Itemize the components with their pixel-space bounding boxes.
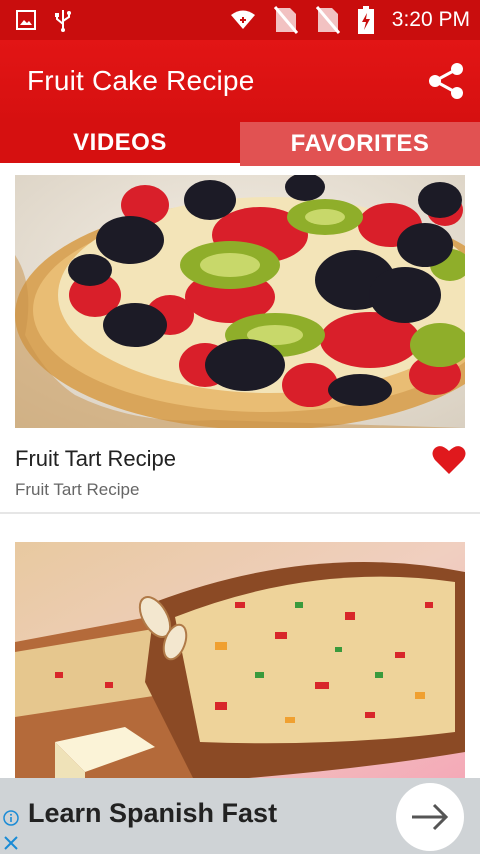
tab-videos[interactable]: VIDEOS: [0, 122, 240, 166]
no-sim-icon: [315, 6, 340, 34]
tab-videos-label: VIDEOS: [73, 128, 167, 156]
video-list: Fruit Tart Recipe Fruit Tart Recipe: [0, 166, 480, 778]
app-bar: Fruit Cake Recipe: [0, 40, 480, 122]
video-subtitle: Fruit Tart Recipe: [15, 480, 140, 499]
wifi-icon: [230, 10, 255, 29]
status-time: 3:20 PM: [391, 8, 470, 31]
info-icon[interactable]: [3, 810, 19, 826]
ad-text: Learn Spanish Fast: [28, 798, 278, 828]
tab-favorites[interactable]: FAVORITES: [240, 122, 480, 166]
fruit-tart-image: [15, 175, 465, 428]
heart-icon[interactable]: [432, 445, 466, 475]
usb-icon: [55, 10, 71, 32]
tab-favorites-label: FAVORITES: [290, 130, 430, 157]
tab-bar: VIDEOS FAVORITES: [0, 122, 480, 166]
close-icon[interactable]: [3, 835, 19, 851]
share-icon[interactable]: [426, 61, 466, 101]
status-bar: 3:20 PM: [0, 0, 480, 40]
ad-banner[interactable]: Learn Spanish Fast: [0, 778, 480, 854]
arrow-right-icon: [412, 803, 449, 831]
fruit-cake-image: [15, 542, 465, 778]
ad-arrow-button[interactable]: [396, 783, 464, 851]
battery-charging-icon: [357, 6, 374, 34]
no-sim-icon: [273, 6, 298, 34]
list-item[interactable]: [0, 514, 480, 778]
video-title: Fruit Tart Recipe: [15, 446, 176, 471]
video-thumbnail[interactable]: [15, 542, 465, 778]
app-title: Fruit Cake Recipe: [27, 65, 255, 96]
list-item[interactable]: Fruit Tart Recipe Fruit Tart Recipe: [0, 166, 480, 514]
image-icon: [16, 10, 36, 30]
video-thumbnail[interactable]: [15, 175, 465, 428]
